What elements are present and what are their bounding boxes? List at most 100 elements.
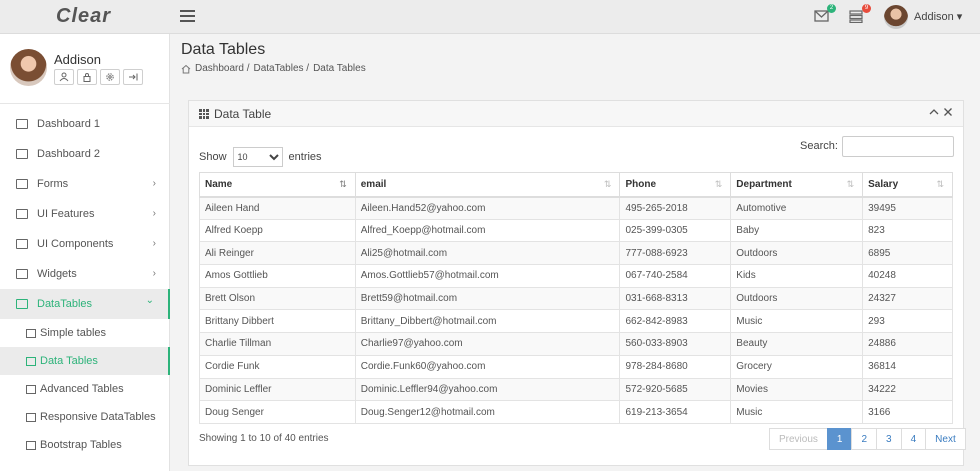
- sidebar-item-forms[interactable]: Forms ›: [0, 169, 170, 199]
- cell-phone: 025-399-0305: [619, 218, 732, 243]
- sidebar-item-label: Dashboard 2: [37, 148, 100, 160]
- cell-email: Brittany_Dibbert@hotmail.com: [354, 309, 621, 334]
- pagination-page-2[interactable]: 2: [851, 428, 878, 450]
- notifications-icon[interactable]: 9: [849, 4, 871, 24]
- sidebar-item-ui-features[interactable]: UI Features ›: [0, 199, 170, 229]
- cell-email: Aileen.Hand52@yahoo.com: [354, 196, 621, 220]
- cell-email: Cordie.Funk60@yahoo.com: [354, 354, 621, 379]
- hamburger-menu-icon[interactable]: [180, 10, 195, 23]
- pagination-next[interactable]: Next: [925, 428, 966, 450]
- cell-email: Brett59@hotmail.com: [354, 286, 621, 311]
- sidebar-item-label: Forms: [37, 178, 69, 190]
- profile-user-button[interactable]: [54, 69, 74, 85]
- sidebar-subitem-data-tables[interactable]: Data Tables: [0, 347, 170, 375]
- sidebar-item-datatables[interactable]: DataTables ⌄: [0, 289, 170, 319]
- checkbox-icon: [16, 179, 28, 189]
- cell-department: Music: [730, 309, 864, 334]
- grid-icon: [26, 440, 36, 450]
- top-navbar: Clear 2 9 Addison ▾: [0, 0, 980, 34]
- pagination: Previous 1 2 3 4 Next: [769, 428, 966, 450]
- profile-lock-button[interactable]: [77, 69, 97, 85]
- sort-icon: ⇅: [846, 179, 855, 189]
- sidebar-subitem-bootstrap-tables[interactable]: Bootstrap Tables: [0, 431, 170, 459]
- sidebar-item-dashboard-2[interactable]: Dashboard 2: [0, 139, 170, 169]
- search-input[interactable]: [842, 136, 954, 157]
- cell-department: Automotive: [730, 196, 864, 220]
- profile-logout-button[interactable]: [123, 69, 143, 85]
- column-header-salary[interactable]: Salary ⇅: [862, 172, 953, 198]
- cell-department: Music: [730, 400, 864, 424]
- sidebar-subitem-advanced-tables[interactable]: Advanced Tables: [0, 375, 170, 403]
- cell-department: Kids: [730, 264, 864, 288]
- sidebar-subitem-responsive-datatables[interactable]: Responsive DataTables: [0, 403, 170, 431]
- user-avatar[interactable]: [884, 5, 908, 29]
- sidebar-item-dashboard-1[interactable]: Dashboard 1: [0, 109, 170, 139]
- sort-asc-icon: ⇅: [339, 179, 347, 189]
- sort-icon: ⇅: [936, 179, 944, 189]
- cell-phone: 777-088-6923: [619, 241, 732, 266]
- cell-name: Cordie Funk: [199, 354, 356, 379]
- collapse-icon[interactable]: [929, 107, 939, 120]
- sort-icon: ⇅: [603, 179, 612, 189]
- column-header-email[interactable]: email ⇅: [354, 172, 621, 198]
- cell-salary: 823: [862, 218, 953, 243]
- pagination-page-3[interactable]: 3: [876, 428, 902, 450]
- sidebar-item-label: DataTables: [37, 298, 93, 310]
- profile-name: Addison: [54, 52, 101, 67]
- sort-icon: ⇅: [714, 179, 723, 189]
- close-icon[interactable]: [943, 107, 953, 120]
- cell-name: Ali Reinger: [199, 241, 356, 266]
- briefcase-icon: [16, 239, 28, 249]
- chevron-right-icon: ›: [152, 178, 156, 189]
- cell-phone: 560-033-8903: [619, 332, 732, 356]
- breadcrumb-dashboard[interactable]: Dashboard /: [195, 63, 249, 74]
- column-header-name[interactable]: Name ⇅: [199, 172, 356, 198]
- profile-settings-button[interactable]: [100, 69, 120, 85]
- cell-phone: 572-920-5685: [619, 377, 732, 402]
- user-dropdown[interactable]: Addison ▾: [914, 10, 962, 23]
- mail-icon[interactable]: 2: [814, 4, 836, 23]
- cell-salary: 39495: [862, 196, 953, 220]
- column-header-phone[interactable]: Phone ⇅: [619, 172, 732, 198]
- panel-header: Data Table: [189, 101, 963, 127]
- cell-department: Beauty: [730, 332, 864, 356]
- cell-salary: 6895: [862, 241, 953, 266]
- table-row: Amos Gottlieb Amos.Gottlieb57@hotmail.com…: [199, 264, 953, 288]
- pagination-page-1[interactable]: 1: [826, 428, 853, 450]
- cell-salary: 36814: [862, 354, 953, 379]
- sidebar-item-label: Dashboard 1: [37, 118, 100, 130]
- cell-phone: 662-842-8983: [619, 309, 732, 334]
- cell-salary: 293: [862, 309, 953, 334]
- grid-icon: [26, 384, 36, 394]
- chevron-right-icon: ›: [152, 238, 156, 249]
- home-icon[interactable]: [181, 64, 191, 74]
- breadcrumb-datatables[interactable]: DataTables /: [253, 63, 309, 74]
- sidebar-subitem-simple-tables[interactable]: Simple tables: [0, 319, 170, 347]
- sidebar-item-label: Widgets: [37, 268, 77, 280]
- column-header-department[interactable]: Department ⇅: [730, 172, 864, 198]
- table-header-row: Name ⇅ email ⇅ Phone ⇅ Department ⇅ Salary ⇅: [199, 172, 953, 198]
- table-icon: [16, 299, 28, 309]
- sidebar-profile: Addison: [0, 34, 170, 104]
- pagination-previous[interactable]: Previous: [769, 428, 828, 450]
- search-label: Search:: [800, 140, 838, 152]
- table-icon: [26, 328, 36, 338]
- logout-icon: [129, 73, 138, 81]
- page-size-select[interactable]: 10: [232, 147, 283, 167]
- breadcrumb-current: Data Tables: [313, 63, 366, 74]
- sidebar-item-widgets[interactable]: Widgets ›: [0, 259, 170, 289]
- chevron-right-icon: ›: [152, 268, 156, 279]
- cell-email: Dominic.Leffler94@yahoo.com: [354, 377, 621, 402]
- table-row: Alfred Koepp Alfred_Koepp@hotmail.com 025-…: [199, 218, 953, 243]
- sidebar-menu: Dashboard 1 Dashboard 2 Forms › UI Featu…: [0, 109, 170, 459]
- page-title: Data Tables: [181, 41, 266, 58]
- table-row: Dominic Leffler Dominic.Leffler94@yahoo.c…: [199, 377, 953, 402]
- sidebar-item-ui-components[interactable]: UI Components ›: [0, 229, 170, 259]
- cell-name: Amos Gottlieb: [199, 264, 356, 288]
- cell-email: Doug.Senger12@hotmail.com: [354, 400, 621, 424]
- cell-department: Movies: [730, 377, 864, 402]
- cell-email: Ali25@hotmail.com: [354, 241, 621, 266]
- pagination-page-4[interactable]: 4: [900, 428, 927, 450]
- data-table-panel: Data Table Show 10 entries Search: Name ⇅…: [188, 100, 966, 466]
- app-logo[interactable]: Clear: [56, 5, 111, 28]
